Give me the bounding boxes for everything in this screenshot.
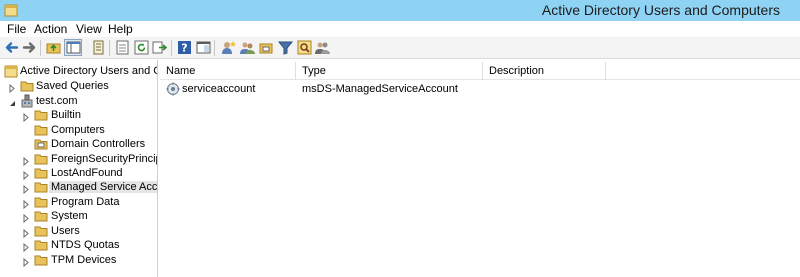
- tree-item-domain[interactable]: test.com: [0, 94, 157, 109]
- menu-help[interactable]: Help: [108, 22, 133, 36]
- add-to-group-icon[interactable]: [314, 39, 330, 56]
- tree-item-system[interactable]: System: [0, 209, 157, 224]
- toolbar-separator: [109, 40, 110, 56]
- tree-item-foreign-security-principals[interactable]: ForeignSecurityPrincipals: [0, 152, 157, 167]
- tree-item-ntds-quotas[interactable]: NTDS Quotas: [0, 238, 157, 253]
- tree-item-label: test.com: [36, 95, 78, 107]
- menu-bar: File Action View Help: [0, 21, 800, 37]
- title-bar: Active Directory Users and Computers: [0, 0, 800, 21]
- expand-arrow-icon[interactable]: [22, 256, 31, 268]
- toolbar-separator: [171, 40, 172, 56]
- folder-icon: [34, 166, 48, 180]
- svg-text:?: ?: [181, 42, 187, 55]
- expand-arrow-icon[interactable]: [22, 169, 31, 181]
- cell-type: msDS-ManagedServiceAccount: [302, 83, 458, 95]
- folder-icon: [34, 123, 48, 137]
- tree-item-lost-and-found[interactable]: LostAndFound: [0, 166, 157, 181]
- tree-item-label: System: [51, 210, 88, 222]
- folder-icon: [20, 79, 34, 93]
- export-icon[interactable]: [151, 39, 167, 56]
- folder-icon: [34, 238, 48, 252]
- properties-icon[interactable]: [90, 39, 106, 56]
- window-title: Active Directory Users and Computers: [541, 2, 780, 18]
- menu-file[interactable]: File: [7, 22, 26, 36]
- managed-service-account-icon: [166, 82, 180, 96]
- export-list-icon[interactable]: [114, 39, 130, 56]
- tree-item-label: Builtin: [51, 109, 81, 121]
- folder-icon: [34, 180, 48, 194]
- tree-root[interactable]: Active Directory Users and Com: [0, 64, 157, 79]
- folder-icon: [34, 209, 48, 223]
- app-icon: [4, 3, 18, 17]
- menu-view[interactable]: View: [76, 22, 102, 36]
- toolbar-separator: [214, 40, 215, 56]
- console-tree-icon[interactable]: [64, 39, 82, 56]
- tree-item-builtin[interactable]: Builtin: [0, 108, 157, 123]
- new-ou-icon[interactable]: [258, 39, 274, 56]
- new-group-icon[interactable]: [239, 39, 255, 56]
- expand-arrow-icon[interactable]: [8, 82, 17, 94]
- column-header-name[interactable]: Name: [160, 62, 296, 80]
- expand-arrow-icon[interactable]: [22, 111, 31, 123]
- folder-icon: [34, 224, 48, 238]
- tree-item-users[interactable]: Users: [0, 224, 157, 239]
- find-icon[interactable]: [296, 39, 312, 56]
- collapse-arrow-icon[interactable]: [8, 97, 17, 106]
- toolbar-separator: [40, 40, 41, 56]
- console-tree[interactable]: Active Directory Users and Com Saved Que…: [0, 60, 158, 277]
- tree-item-label: NTDS Quotas: [51, 239, 120, 251]
- forward-icon[interactable]: [21, 39, 37, 56]
- tree-item-label: Users: [51, 225, 80, 237]
- ou-icon: [34, 137, 48, 151]
- tree-item-label: Computers: [51, 124, 105, 136]
- cell-name: serviceaccount: [182, 83, 256, 95]
- menu-action[interactable]: Action: [34, 22, 67, 36]
- help-icon[interactable]: ?: [176, 39, 192, 56]
- tree-item-tpm-devices[interactable]: TPM Devices: [0, 253, 157, 268]
- tree-item-managed-service-accounts[interactable]: Managed Service Accounts: [0, 180, 157, 195]
- expand-arrow-icon[interactable]: [22, 241, 31, 253]
- tree-item-label: Managed Service Accounts: [49, 181, 157, 193]
- expand-arrow-icon[interactable]: [22, 183, 31, 195]
- tree-root-label: Active Directory Users and Com: [20, 65, 157, 77]
- folder-icon: [34, 253, 48, 267]
- tree-item-label: Domain Controllers: [51, 138, 146, 150]
- filter-icon[interactable]: [277, 39, 293, 56]
- snapin-icon: [4, 64, 18, 78]
- tree-item-domain-controllers[interactable]: Domain Controllers: [0, 137, 157, 152]
- column-header-description[interactable]: Description: [483, 62, 606, 80]
- tree-item-saved-queries[interactable]: Saved Queries: [0, 79, 157, 94]
- domain-icon: [20, 94, 34, 108]
- tree-item-label: ForeignSecurityPrincipals: [51, 153, 157, 165]
- expand-arrow-icon[interactable]: [22, 212, 31, 224]
- up-folder-icon[interactable]: [45, 39, 61, 56]
- list-row[interactable]: serviceaccount msDS-ManagedServiceAccoun…: [160, 81, 800, 97]
- show-console-icon[interactable]: [195, 39, 211, 56]
- new-user-icon[interactable]: [220, 39, 236, 56]
- tree-item-computers[interactable]: Computers: [0, 123, 157, 138]
- folder-icon: [34, 108, 48, 122]
- toolbar: ?: [0, 37, 800, 59]
- list-header: Name Type Description: [160, 62, 800, 80]
- tree-item-label: LostAndFound: [51, 167, 123, 179]
- tree-item-label: TPM Devices: [51, 254, 117, 266]
- tree-item-label: Saved Queries: [36, 80, 109, 92]
- expand-arrow-icon[interactable]: [22, 227, 31, 239]
- folder-icon: [34, 152, 48, 166]
- expand-arrow-icon[interactable]: [22, 198, 31, 210]
- folder-icon: [34, 195, 48, 209]
- expand-arrow-icon[interactable]: [22, 155, 31, 167]
- refresh-icon[interactable]: [133, 39, 149, 56]
- details-pane[interactable]: Name Type Description serviceaccount msD…: [160, 60, 800, 277]
- back-icon[interactable]: [3, 39, 19, 56]
- column-header-type[interactable]: Type: [296, 62, 483, 80]
- tree-item-program-data[interactable]: Program Data: [0, 195, 157, 210]
- tree-item-label: Program Data: [51, 196, 120, 208]
